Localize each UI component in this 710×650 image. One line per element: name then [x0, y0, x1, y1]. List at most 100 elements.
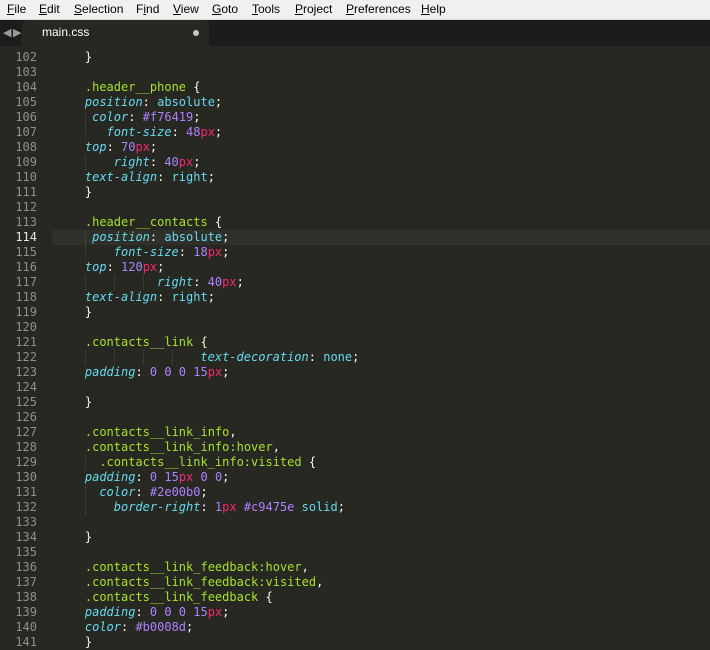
code-line[interactable]: position: absolute;	[85, 95, 222, 110]
code-line[interactable]: .contacts__link {	[85, 335, 208, 350]
code-token: ;	[222, 230, 230, 244]
code-token: text-decoration	[200, 350, 309, 364]
code-area[interactable]: } .header__phone {position: absolute; colo…	[52, 46, 710, 650]
code-line[interactable]: right: 40px;	[114, 155, 201, 170]
code-token: padding	[84, 365, 136, 379]
code-token: ;	[186, 620, 194, 634]
code-line[interactable]: .contacts__link_info:hover,	[85, 440, 280, 455]
code-token: :	[135, 470, 150, 484]
code-token: :	[135, 605, 150, 619]
menu-edit[interactable]: Edit	[39, 2, 60, 16]
code-line[interactable]: padding: 0 0 0 15px;	[85, 365, 230, 380]
code-line[interactable]: text-align: right;	[85, 170, 215, 185]
code-line[interactable]: .contacts__link_feedback:visited,	[85, 575, 323, 590]
code-token: #2e00b0	[149, 485, 201, 499]
code-token: #f76419	[142, 110, 194, 124]
indent-guide	[84, 485, 86, 500]
menu-project[interactable]: Project	[295, 2, 332, 16]
code-token: ;	[149, 140, 158, 154]
code-token: :	[157, 170, 172, 184]
tab-scroll-left-icon[interactable]: ◀	[3, 26, 11, 39]
code-line[interactable]: color: #2e00b0;	[99, 485, 207, 500]
line-number: 108	[15, 140, 37, 154]
menu-view[interactable]: View	[173, 2, 199, 16]
code-line[interactable]: .contacts__link_info:visited {	[99, 455, 316, 470]
tab-main-css[interactable]: main.css	[22, 20, 209, 46]
code-token: absolute	[157, 95, 215, 109]
line-number: 121	[15, 335, 37, 349]
code-line[interactable]: .contacts__link_feedback {	[85, 590, 273, 605]
menu-tools[interactable]: Tools	[252, 2, 280, 16]
tab-close-icon[interactable]	[193, 30, 199, 36]
code-line[interactable]: font-size: 18px;	[114, 245, 230, 260]
code-token: top	[84, 260, 107, 274]
code-line[interactable]: color: #b0008d;	[85, 620, 193, 635]
menu-goto[interactable]: Goto	[212, 2, 238, 16]
code-line[interactable]: .header__phone {	[85, 80, 201, 95]
line-number: 130	[15, 470, 37, 484]
code-line[interactable]: }	[85, 50, 92, 65]
line-number: 123	[15, 365, 37, 379]
code-line[interactable]: top: 70px;	[85, 140, 157, 155]
code-line[interactable]: }	[85, 635, 92, 650]
code-token: border-right	[113, 500, 201, 514]
code-token: px	[178, 155, 194, 169]
code-line[interactable]: .header__contacts {	[85, 215, 222, 230]
code-token: }	[84, 635, 93, 649]
code-token: position	[84, 95, 143, 109]
code-token: ,	[301, 560, 309, 574]
code-token: top	[84, 140, 107, 154]
code-line[interactable]: text-align: right;	[85, 290, 215, 305]
code-line[interactable]: }	[85, 185, 92, 200]
code-line[interactable]: color: #f76419;	[92, 110, 200, 125]
code-line[interactable]: }	[85, 395, 92, 410]
menu-preferences[interactable]: Preferences	[346, 2, 411, 16]
menu-file[interactable]: File	[7, 2, 26, 16]
code-line[interactable]: position: absolute;	[92, 230, 229, 245]
code-editor[interactable]: 102 103 104 105 106 107 108 109 110 111 112 113 114 1…	[0, 46, 710, 650]
code-token: 40	[164, 155, 179, 169]
code-line[interactable]: .contacts__link_info,	[85, 425, 237, 440]
code-token: text-align	[84, 170, 158, 184]
line-number: 128	[15, 440, 37, 454]
code-line[interactable]: padding: 0 0 0 15px;	[85, 605, 230, 620]
code-token: :	[149, 155, 165, 169]
tab-label: main.css	[42, 25, 90, 39]
line-number: 127	[15, 425, 37, 439]
code-token: .contacts__link	[84, 335, 194, 349]
code-line[interactable]: padding: 0 15px 0 0;	[85, 470, 230, 485]
code-line[interactable]: .contacts__link_feedback:hover,	[85, 560, 309, 575]
code-token: 15	[193, 365, 208, 379]
code-token: 40	[207, 275, 223, 289]
tab-scroll-right-icon[interactable]: ▶	[13, 26, 21, 39]
code-line[interactable]: font-size: 48px;	[107, 125, 223, 140]
code-line[interactable]: top: 120px;	[85, 260, 165, 275]
code-token: .header__contacts	[84, 215, 208, 229]
code-token: solid	[294, 500, 338, 514]
menu-selection[interactable]: Selection	[74, 2, 123, 16]
indent-guide	[84, 230, 86, 245]
code-token: }	[84, 185, 93, 199]
code-line[interactable]: }	[85, 305, 92, 320]
code-token: .contacts__link_info:hover	[84, 440, 273, 454]
code-token: :	[157, 290, 172, 304]
menu-find[interactable]: Find	[136, 2, 159, 16]
code-line[interactable]: right: 40px;	[157, 275, 244, 290]
code-token: px	[207, 605, 223, 619]
code-token: ;	[236, 275, 244, 289]
line-number: 102	[15, 50, 37, 64]
code-token: ;	[222, 245, 230, 259]
line-number: 106	[15, 110, 37, 124]
code-token: ,	[316, 575, 324, 589]
code-token: ,	[272, 440, 280, 454]
line-number: 136	[15, 560, 37, 574]
line-number: 124	[15, 380, 37, 394]
indent-guide	[84, 455, 86, 470]
line-number: 140	[15, 620, 37, 634]
menu-help[interactable]: Help	[421, 2, 446, 16]
code-line[interactable]: }	[85, 530, 92, 545]
code-line[interactable]: border-right: 1px #c9475e solid;	[114, 500, 345, 515]
line-number: 120	[15, 320, 37, 334]
code-token: padding	[84, 605, 136, 619]
code-line[interactable]: text-decoration: none;	[200, 350, 359, 365]
